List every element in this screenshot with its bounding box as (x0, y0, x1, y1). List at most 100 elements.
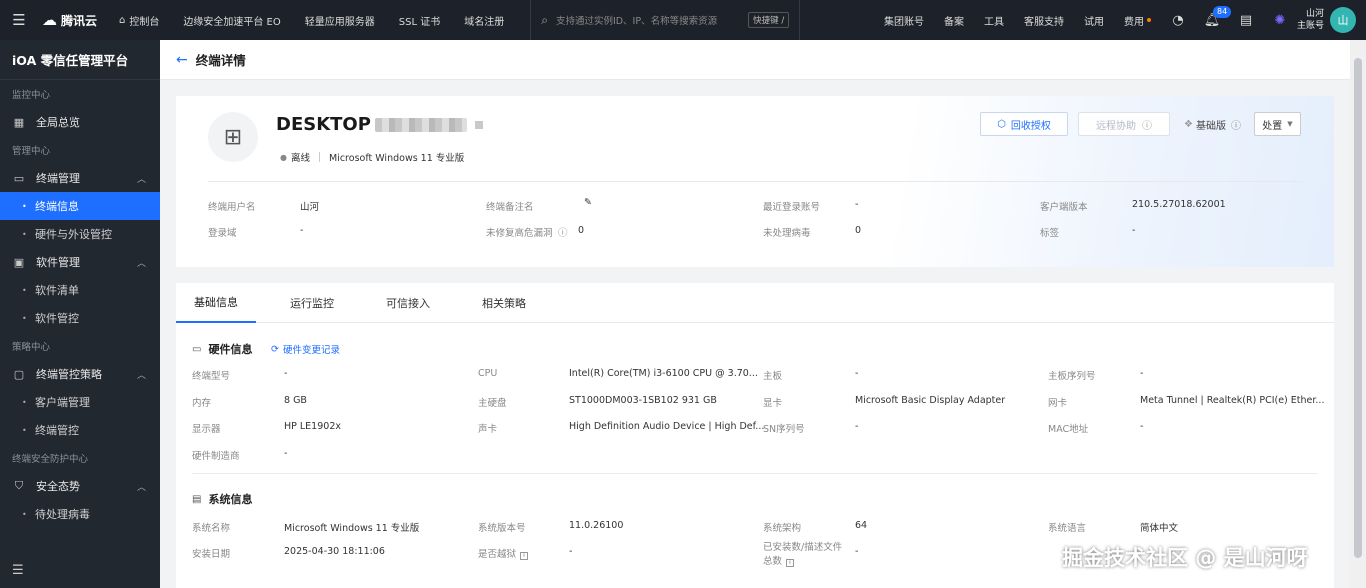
info-icon[interactable]: ⓘ (1231, 117, 1241, 132)
field-label: 网卡 (1048, 398, 1068, 409)
sidebar-item-software-manage[interactable]: ▣ 软件管理 ︿ (0, 248, 160, 276)
handle-dropdown[interactable]: 处置 ▼ (1254, 112, 1301, 136)
field-label: 主硬盘 (478, 398, 507, 409)
field-value: ST1000DM003-1SB102 931 GB (569, 395, 717, 406)
user-info[interactable]: 山河 主账号 (1297, 8, 1324, 32)
sidebar-item-hardware-control[interactable]: • 硬件与外设管控 (0, 220, 160, 248)
field-label: 系统版本号 (478, 523, 526, 534)
tab-runtime-monitor[interactable]: 运行监控 (272, 283, 352, 323)
field-value: Intel(R) Core(TM) i3-6100 CPU @ 3.70... (569, 368, 758, 379)
scrollbar-thumb[interactable] (1354, 58, 1362, 558)
field-value: - (1140, 421, 1144, 432)
sidebar-item-client-manage[interactable]: • 客户端管理 (0, 388, 160, 416)
field-value: Microsoft Basic Display Adapter (855, 395, 1006, 406)
field-label: 终端型号 (192, 371, 231, 382)
field-label: MAC地址 (1048, 424, 1089, 435)
shortcut-hint: 快捷键 / (748, 12, 790, 28)
terminal-icon: ▭ (13, 171, 25, 185)
field-label: 已安装数/描述文件总数 i (763, 542, 843, 567)
windows-icon: ⊞ (208, 112, 258, 162)
sidebar-group-security: 终端安全防护中心 (12, 454, 89, 465)
shield-icon: ⛉ (14, 479, 24, 492)
field-value: 简体中文 (1140, 523, 1179, 534)
field-label: 未处理病毒 (763, 228, 811, 239)
field-value: High Definition Audio Device | High Def.… (569, 421, 765, 432)
sidebar-item-terminal-control[interactable]: • 终端管控 (0, 416, 160, 444)
sidebar-item-software-control[interactable]: • 软件管控 (0, 304, 160, 332)
tab-related-policy[interactable]: 相关策略 (464, 283, 544, 323)
field-label: 登录域 (208, 228, 237, 239)
cloud-icon: ☁ (42, 11, 57, 29)
status-badge: 离线 (290, 153, 310, 164)
field-value: Meta Tunnel | Realtek(R) PCI(e) Ether... (1140, 395, 1325, 406)
search-icon: ⌕ (541, 12, 548, 27)
home-icon: ⌂ (119, 14, 126, 26)
sidebar-item-software-list[interactable]: • 软件清单 (0, 276, 160, 304)
tools-link[interactable]: 工具 (974, 0, 1014, 40)
help-icon[interactable]: i (520, 552, 529, 560)
sidebar-item-terminal-manage[interactable]: ▭ 终端管理 ︿ (0, 164, 160, 192)
beian-link[interactable]: 备案 (934, 0, 974, 40)
cart-icon[interactable]: ▤ (1229, 0, 1263, 40)
device-hostname: DESKTOP (276, 114, 483, 135)
scrollbar[interactable] (1350, 40, 1366, 588)
sidebar-item-overview[interactable]: ▦ 全局总览 (0, 108, 160, 136)
hardware-change-log-link[interactable]: ⟳ 硬件变更记录 (271, 342, 340, 357)
field-value: 64 (855, 520, 868, 531)
field-label: 终端用户名 (208, 202, 256, 213)
sidebar-item-terminal-info[interactable]: • 终端信息 (0, 192, 160, 220)
group-account-link[interactable]: 集团账号 (874, 0, 934, 40)
chevron-up-icon: ︿ (136, 482, 146, 493)
revoke-icon: ⬡ (997, 118, 1006, 130)
top-bar-right: 集团账号 备案 工具 客服支持 试用 费用 ◔ 🔔︎ 84 ▤ ✺ 山河 主账号 … (874, 0, 1366, 40)
refresh-icon: ⟳ (271, 343, 279, 355)
sidebar-group-monitor: 监控中心 (12, 90, 51, 101)
caret-down-icon: ▼ (1287, 120, 1293, 128)
field-value: - (1132, 225, 1136, 236)
policy-icon: ▢ (13, 367, 25, 381)
field-label: 主板序列号 (1048, 371, 1096, 382)
trial-link[interactable]: 试用 (1074, 0, 1114, 40)
nav-lighthouse[interactable]: 轻量应用服务器 (293, 0, 387, 40)
tab-trusted-access[interactable]: 可信接入 (368, 283, 448, 323)
monitor-icon: ▭ (192, 343, 202, 355)
sidebar-item-terminal-policy[interactable]: ▢ 终端管控策略 ︿ (0, 360, 160, 388)
tab-basic-info[interactable]: 基础信息 (176, 283, 256, 323)
field-label: 标签 (1040, 228, 1060, 239)
avatar[interactable]: 山 (1330, 7, 1356, 33)
software-icon: ▣ (13, 255, 25, 269)
remote-assist-button[interactable]: 远程协助 ⓘ (1078, 112, 1170, 136)
chevron-up-icon: ︿ (136, 258, 146, 269)
help-icon[interactable]: i (786, 559, 795, 567)
edit-remark-icon[interactable]: ✎ (584, 197, 592, 208)
info-icon[interactable]: ⓘ (558, 225, 568, 239)
field-value: Microsoft Windows 11 专业版 (284, 523, 420, 534)
billing-link[interactable]: 费用 (1114, 0, 1161, 40)
field-value: - (300, 225, 304, 236)
activity-icon[interactable]: ◔ (1161, 0, 1195, 40)
back-arrow-icon[interactable]: ← (176, 52, 188, 68)
support-link[interactable]: 客服支持 (1014, 0, 1074, 40)
nav-ssl[interactable]: SSL 证书 (387, 0, 452, 40)
menu-icon[interactable]: ☰ (0, 0, 38, 40)
field-value: HP LE1902x (284, 421, 341, 432)
nav-domain[interactable]: 域名注册 (452, 0, 516, 40)
edition-label: ❖ 基础版 ⓘ (1184, 117, 1241, 132)
search-input[interactable]: ⌕ 支持通过实例ID、IP、名称等搜索资源 快捷键 / (530, 0, 801, 40)
field-label: 终端备注名 (486, 202, 534, 213)
field-label: CPU (478, 368, 498, 379)
field-label: 未修复高危漏洞 (486, 228, 553, 239)
revoke-license-button[interactable]: ⬡ 回收授权 (980, 112, 1068, 136)
ai-assistant-icon[interactable]: ✺ (1263, 0, 1297, 40)
nav-eo[interactable]: 边缘安全加速平台 EO (171, 0, 292, 40)
bell-icon[interactable]: 🔔︎ 84 (1195, 0, 1232, 40)
console-link[interactable]: ⌂ 控制台 (107, 0, 171, 40)
sidebar-item-pending-virus[interactable]: • 待处理病毒 (0, 500, 160, 528)
sidebar-item-security-posture[interactable]: ⛉ 安全态势 ︿ (0, 472, 160, 500)
field-value: 8 GB (284, 395, 307, 406)
system-icon: ▤ (192, 493, 202, 505)
brand-logo[interactable]: ☁ 腾讯云 (38, 0, 107, 40)
collapse-sidebar-icon[interactable]: ☰ (12, 563, 24, 578)
detail-tabs: 基础信息 运行监控 可信接入 相关策略 (176, 283, 1334, 323)
redacted-mask (474, 120, 483, 129)
